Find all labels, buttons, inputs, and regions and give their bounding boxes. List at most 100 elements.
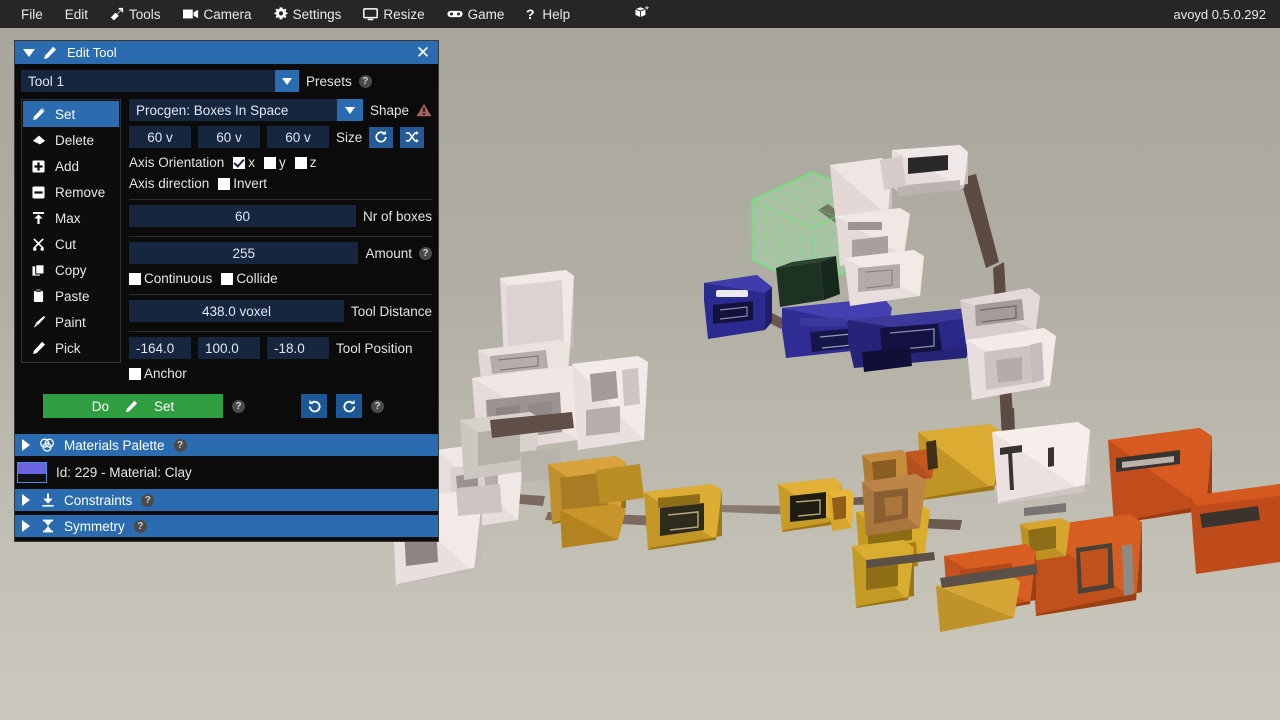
refresh-icon[interactable] [369, 126, 394, 148]
tool-mode-set[interactable]: Set [23, 101, 119, 127]
menu-center-status[interactable]: * [630, 0, 650, 28]
tool-distance-field[interactable]: 438.0 voxel [129, 300, 344, 322]
flags-row: Continuous Collide [129, 271, 432, 286]
anchor-checkbox[interactable] [129, 367, 141, 380]
section-label: Constraints [64, 492, 133, 508]
do-set-button[interactable]: Do Set [43, 394, 223, 418]
axis-y-checkbox[interactable] [264, 156, 277, 169]
section-materials-palette[interactable]: Materials Palette ? [15, 434, 438, 456]
section-constraints[interactable]: Constraints ? [15, 489, 438, 511]
tool-mode-delete[interactable]: Delete [23, 127, 119, 153]
tool-distance-label: Tool Distance [350, 303, 432, 319]
tool-mode-add[interactable]: Add [23, 153, 119, 179]
section-symmetry[interactable]: Symmetry ? [15, 515, 438, 537]
collide-toggle[interactable]: Collide [221, 271, 278, 286]
symmetry-help-icon[interactable]: ? [133, 519, 147, 533]
goggles-icon [447, 9, 463, 19]
monitor-icon [363, 7, 379, 21]
divider [129, 199, 432, 200]
tool-mode-remove[interactable]: Remove [23, 179, 119, 205]
menu-label-game: Game [467, 6, 505, 22]
tool-mode-paint[interactable]: Paint [23, 309, 119, 335]
tool-mode-cut[interactable]: Cut [23, 231, 119, 257]
materials-help-icon[interactable]: ? [173, 438, 187, 452]
size-z-field[interactable]: 60 v [267, 126, 329, 148]
tool-position-row: -164.0 100.0 -18.0 Tool Position [129, 337, 432, 359]
minus-box-icon [31, 185, 46, 200]
tool-mode-copy[interactable]: Copy [23, 257, 119, 283]
axis-orientation-z[interactable]: z [294, 155, 317, 170]
axis-y-label: y [279, 155, 286, 170]
material-color-swatch[interactable] [17, 462, 47, 483]
tool-position-z-field[interactable]: -18.0 [267, 337, 329, 359]
triangle-right-icon[interactable] [22, 439, 30, 451]
edit-tool-body: Tool 1 Presets ? Set Delete Add Remove M… [15, 64, 438, 426]
anchor-label: Anchor [144, 366, 187, 381]
tool-distance-row: 438.0 voxel Tool Distance [129, 300, 432, 322]
svg-text:?: ? [526, 7, 535, 21]
do-label: Do [91, 398, 109, 414]
paintbrush-icon [31, 315, 46, 330]
anchor-toggle[interactable]: Anchor [129, 366, 187, 381]
pencil-icon [125, 400, 138, 413]
tool-mode-max[interactable]: Max [23, 205, 119, 231]
triangle-right-icon[interactable] [22, 520, 30, 532]
shape-select[interactable]: Procgen: Boxes In Space [129, 99, 363, 121]
amount-help-icon[interactable]: ? [419, 246, 432, 260]
axis-orientation-y[interactable]: y [264, 155, 286, 170]
collide-checkbox[interactable] [221, 272, 234, 285]
undo-help-icon[interactable]: ? [371, 399, 384, 413]
anchor-row: Anchor [129, 366, 432, 381]
continuous-checkbox[interactable] [129, 272, 141, 285]
tool-position-y-field[interactable]: 100.0 [198, 337, 260, 359]
edit-tool-titlebar[interactable]: Edit Tool ✕ [15, 41, 438, 64]
continuous-toggle[interactable]: Continuous [129, 271, 212, 286]
menu-item-file[interactable]: File [10, 0, 54, 28]
do-help-icon[interactable]: ? [232, 399, 245, 413]
redo-icon[interactable] [336, 394, 362, 418]
menu-item-help[interactable]: ? Help [515, 0, 581, 28]
tool-mode-label: Max [55, 210, 81, 226]
menu-item-resize[interactable]: Resize [352, 0, 435, 28]
constraints-help-icon[interactable]: ? [141, 493, 155, 507]
pencil-icon [31, 107, 46, 122]
axis-x-checkbox[interactable] [233, 156, 246, 169]
app-version: avoyd 0.5.0.292 [1173, 0, 1266, 28]
axis-z-label: z [309, 155, 317, 170]
shuffle-icon[interactable] [400, 126, 425, 148]
preset-select[interactable]: Tool 1 [21, 70, 299, 92]
menu-item-game[interactable]: Game [436, 0, 516, 28]
menu-item-edit[interactable]: Edit [54, 0, 99, 28]
undo-icon[interactable] [301, 394, 327, 418]
size-y-field[interactable]: 60 v [198, 126, 260, 148]
edit-tool-panel: Edit Tool ✕ Tool 1 Presets ? Set Delete … [14, 40, 439, 542]
axis-z-checkbox[interactable] [294, 156, 307, 169]
amount-field[interactable]: 255 [129, 242, 359, 264]
close-icon[interactable]: ✕ [414, 44, 432, 62]
axis-orientation-row: Axis Orientation x y z [129, 155, 432, 170]
tool-mode-paste[interactable]: Paste [23, 283, 119, 309]
menu-item-tools[interactable]: Tools [99, 0, 172, 28]
triangle-down-icon[interactable] [23, 48, 35, 57]
preset-help-icon[interactable]: ? [358, 74, 372, 88]
shape-dropdown-arrow[interactable] [336, 99, 363, 121]
tool-mode-label: Paste [55, 288, 90, 304]
axis-direction-invert[interactable]: Invert [218, 176, 267, 191]
triangle-right-icon[interactable] [22, 494, 30, 506]
menu-item-camera[interactable]: Camera [172, 0, 263, 28]
tool-position-x-field[interactable]: -164.0 [129, 337, 191, 359]
axis-orientation-x[interactable]: x [233, 155, 255, 170]
tool-mode-label: Copy [55, 262, 87, 278]
warning-triangle-icon [416, 103, 432, 117]
invert-checkbox[interactable] [218, 177, 231, 190]
nr-of-boxes-field[interactable]: 60 [129, 205, 356, 227]
svg-text:*: * [645, 6, 649, 16]
menu-label-tools: Tools [129, 6, 161, 22]
tool-mode-pick[interactable]: Pick [23, 335, 119, 361]
selected-material-row[interactable]: Id: 229 - Material: Clay [15, 460, 438, 489]
divider [129, 294, 432, 295]
size-x-field[interactable]: 60 v [129, 126, 191, 148]
preset-label: Presets [306, 73, 352, 89]
menu-item-settings[interactable]: Settings [263, 0, 353, 28]
preset-dropdown-arrow[interactable] [275, 70, 299, 92]
